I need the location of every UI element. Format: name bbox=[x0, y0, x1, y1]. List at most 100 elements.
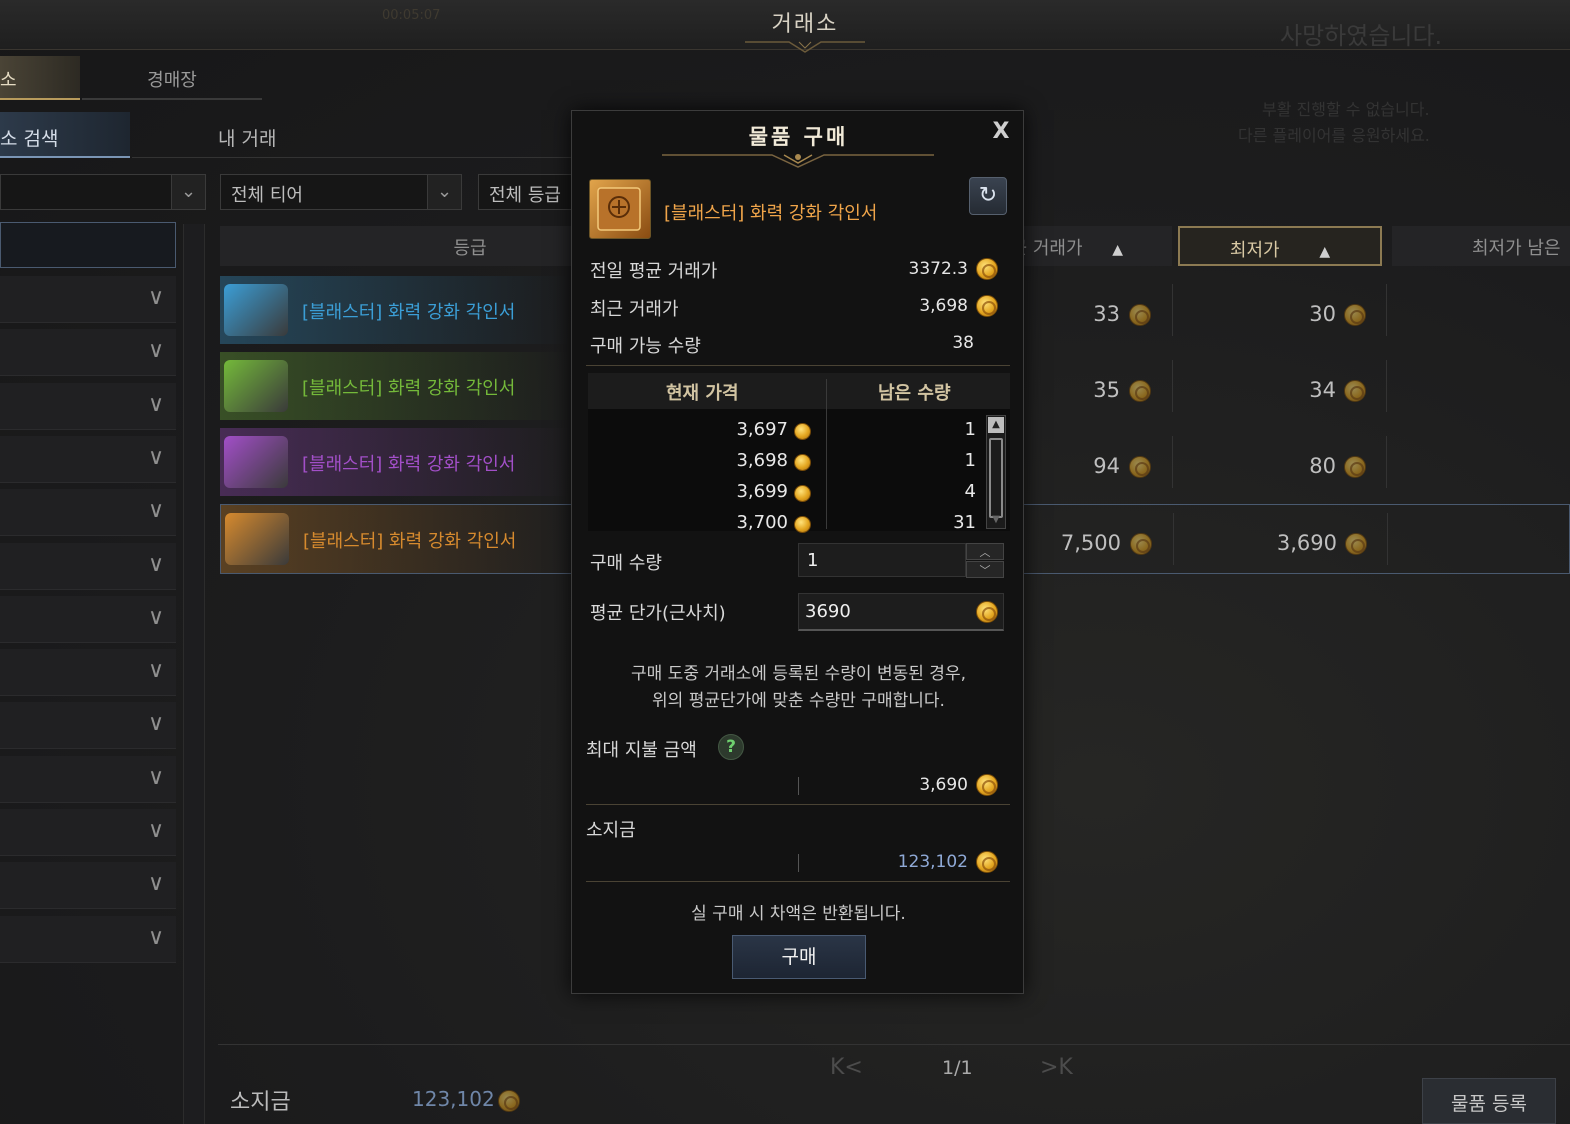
header-lowest-remaining[interactable]: 최저가 남은 bbox=[1392, 226, 1570, 266]
item-name: [블래스터] 화력 강화 각인서 bbox=[302, 454, 516, 475]
notice-line-2: 위의 평균단가에 맞춘 수량만 구매합니다. bbox=[652, 691, 945, 711]
header-remaining-label: 최저가 남은 bbox=[1472, 238, 1561, 259]
category-row[interactable]: ∨ bbox=[0, 542, 176, 590]
recent-price-value: 35 bbox=[1093, 378, 1120, 402]
header-lowest-label: 최저가 bbox=[1229, 240, 1280, 261]
available-qty-value: 38 bbox=[952, 333, 974, 353]
close-button[interactable]: X bbox=[988, 119, 1014, 145]
chevron-down-icon: ∨ bbox=[147, 498, 165, 524]
owned-gold-label: 소지금 bbox=[586, 820, 636, 841]
footer-divider bbox=[218, 1044, 1570, 1045]
scroll-up-icon[interactable]: ▲ bbox=[988, 417, 1004, 433]
order-price: 3,697 bbox=[736, 419, 788, 440]
recent-price-value: 33 bbox=[1093, 302, 1120, 326]
category-row[interactable]: ∨ bbox=[0, 649, 176, 697]
register-item-button[interactable]: 물품 등록 bbox=[1422, 1078, 1556, 1124]
sort-asc-icon: ▲ bbox=[1319, 244, 1331, 260]
category-search-input[interactable] bbox=[0, 222, 176, 268]
gold-coin-icon bbox=[976, 258, 998, 280]
available-qty-label: 구매 가능 수량 bbox=[590, 336, 701, 357]
max-pay-value: 3,690 bbox=[919, 775, 968, 795]
column-divider bbox=[1172, 436, 1173, 488]
buy-button[interactable]: 구매 bbox=[732, 935, 866, 979]
category-row[interactable]: ∨ bbox=[0, 702, 176, 750]
gold-coin-icon bbox=[498, 1090, 520, 1112]
footer-gold-value: 123,102 bbox=[412, 1087, 495, 1111]
gold-coin-icon bbox=[794, 423, 811, 440]
grade-dropdown[interactable]: 전체 등급 bbox=[478, 174, 578, 210]
tab-my-trades[interactable]: 내 거래 bbox=[132, 112, 572, 158]
quantity-decrease-button[interactable]: ﹀ bbox=[966, 561, 1004, 578]
first-page-button[interactable]: K< bbox=[830, 1055, 863, 1080]
order-remaining-qty: 31 bbox=[953, 512, 976, 533]
refund-notice: 실 구매 시 차액은 반환됩니다. bbox=[691, 904, 906, 924]
category-row[interactable]: ∨ bbox=[0, 435, 176, 483]
category-row[interactable]: ∨ bbox=[0, 329, 176, 377]
order-price: 3,699 bbox=[736, 481, 788, 502]
quantity-increase-button[interactable]: ︿ bbox=[966, 543, 1004, 560]
order-price: 3,700 bbox=[736, 512, 788, 533]
order-remaining-qty: 4 bbox=[964, 481, 976, 502]
notice-line-1: 구매 도중 거래소에 등록된 수량이 변동된 경우, bbox=[631, 664, 966, 684]
purchase-qty-label: 구매 수량 bbox=[590, 553, 662, 574]
refresh-icon: ↻ bbox=[978, 183, 998, 208]
category-row[interactable]: ∨ bbox=[0, 595, 176, 643]
column-divider bbox=[826, 379, 827, 529]
chevron-down-icon: ∨ bbox=[147, 551, 165, 577]
quantity-input[interactable] bbox=[798, 543, 966, 577]
item-name: [블래스터] 화력 강화 각인서 bbox=[303, 531, 517, 552]
recent-price-value: 3,698 bbox=[919, 296, 968, 316]
refresh-button[interactable]: ↻ bbox=[969, 177, 1007, 215]
column-divider bbox=[1172, 360, 1173, 412]
divider-tick bbox=[798, 854, 799, 872]
category-dropdown[interactable]: ⌄ bbox=[0, 174, 206, 210]
death-subtext-2: 다른 플레이어를 응원하세요. bbox=[1238, 126, 1430, 145]
tab-exchange[interactable]: 소 bbox=[0, 56, 80, 100]
column-divider bbox=[1172, 284, 1173, 336]
header-grade-label: 등급 bbox=[453, 238, 487, 259]
order-price: 3,698 bbox=[736, 450, 788, 471]
scroll-down-icon[interactable]: ▼ bbox=[988, 513, 1004, 527]
item-name: [블래스터] 화력 강화 각인서 bbox=[664, 203, 878, 224]
chevron-down-icon: ∨ bbox=[147, 818, 165, 843]
scroll-thumb[interactable] bbox=[989, 438, 1003, 518]
engraving-book-icon bbox=[589, 179, 651, 239]
category-row[interactable]: ∨ bbox=[0, 489, 176, 537]
gold-coin-icon bbox=[976, 295, 998, 317]
lowest-price-value: 34 bbox=[1309, 378, 1336, 402]
order-book-scrollbar[interactable]: ▲ ▼ bbox=[986, 415, 1006, 529]
chevron-down-icon: ∨ bbox=[147, 871, 165, 897]
page-indicator: 1/1 bbox=[942, 1057, 973, 1079]
tier-dropdown[interactable]: 전체 티어 ⌄ bbox=[220, 174, 462, 210]
category-row[interactable]: ∨ bbox=[0, 755, 176, 803]
gold-coin-icon bbox=[976, 601, 998, 623]
category-row[interactable]: ∨ bbox=[0, 276, 176, 323]
sort-asc-icon: ▲ bbox=[1112, 242, 1124, 258]
help-icon[interactable]: ? bbox=[718, 734, 744, 760]
category-row[interactable]: ∨ bbox=[0, 862, 176, 910]
divider bbox=[586, 804, 1010, 805]
category-row[interactable]: ∨ bbox=[0, 915, 176, 963]
divider-tick bbox=[798, 777, 799, 795]
last-page-button[interactable]: >K bbox=[1040, 1055, 1073, 1080]
category-row[interactable]: ∨ bbox=[0, 382, 176, 430]
order-remaining-qty: 1 bbox=[964, 419, 976, 440]
gold-coin-icon bbox=[976, 774, 998, 796]
recent-price-value: 7,500 bbox=[1060, 531, 1121, 555]
gold-coin-icon bbox=[1129, 456, 1151, 478]
column-divider bbox=[1173, 513, 1174, 565]
category-row[interactable]: ∨ bbox=[0, 809, 176, 856]
current-price-header: 현재 가격 bbox=[666, 383, 739, 404]
prev-avg-price-label: 전일 평균 거래가 bbox=[590, 261, 718, 282]
avg-price-input[interactable] bbox=[798, 593, 1004, 631]
chevron-down-icon: ∨ bbox=[147, 711, 165, 737]
engraving-book-icon bbox=[224, 360, 288, 412]
chevron-down-icon: ⌄ bbox=[171, 175, 205, 209]
order-book-header: 현재 가격 남은 수량 bbox=[588, 373, 1010, 409]
column-divider bbox=[1386, 360, 1387, 412]
header-lowest-price[interactable]: 최저가 ▲ bbox=[1178, 226, 1382, 266]
death-subtext-1: 부활 진행할 수 없습니다. bbox=[1262, 100, 1430, 119]
tab-auction[interactable]: 경매장 bbox=[82, 56, 262, 100]
tab-search[interactable]: 소 검색 bbox=[0, 112, 130, 158]
header-recent-price[interactable]: 최근 거래가 ▲ bbox=[994, 226, 1172, 266]
